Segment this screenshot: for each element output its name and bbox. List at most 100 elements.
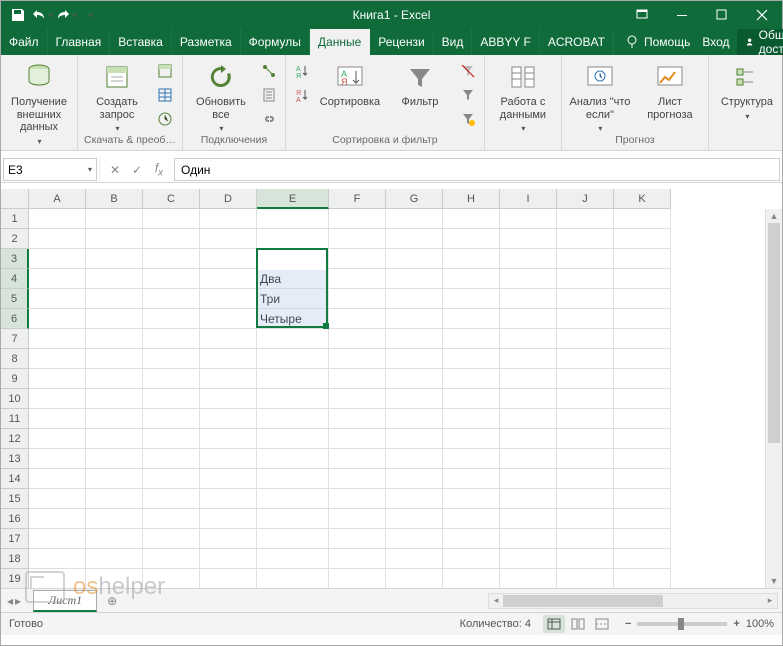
cell-C7[interactable] xyxy=(143,329,200,349)
cell-J2[interactable] xyxy=(557,229,614,249)
cell-H1[interactable] xyxy=(443,209,500,229)
cell-E2[interactable] xyxy=(257,229,329,249)
cell-I17[interactable] xyxy=(500,529,557,549)
cell-I19[interactable] xyxy=(500,569,557,589)
cell-K11[interactable] xyxy=(614,409,671,429)
cell-F6[interactable] xyxy=(329,309,386,329)
cell-G9[interactable] xyxy=(386,369,443,389)
cell-H19[interactable] xyxy=(443,569,500,589)
row-header-12[interactable]: 12 xyxy=(1,429,29,449)
vertical-scrollbar[interactable]: ▲ ▼ xyxy=(765,209,782,588)
cell-E13[interactable] xyxy=(257,449,329,469)
cell-I10[interactable] xyxy=(500,389,557,409)
cell-D3[interactable] xyxy=(200,249,257,269)
reapply-button[interactable] xyxy=(458,85,478,105)
cell-A11[interactable] xyxy=(29,409,86,429)
cell-B9[interactable] xyxy=(86,369,143,389)
cell-I8[interactable] xyxy=(500,349,557,369)
cell-E18[interactable] xyxy=(257,549,329,569)
cell-A18[interactable] xyxy=(29,549,86,569)
cell-I11[interactable] xyxy=(500,409,557,429)
cell-H9[interactable] xyxy=(443,369,500,389)
cell-C13[interactable] xyxy=(143,449,200,469)
cell-A3[interactable] xyxy=(29,249,86,269)
cell-J18[interactable] xyxy=(557,549,614,569)
cell-E6[interactable]: Четыре xyxy=(257,309,329,329)
new-query-button[interactable]: Создать запрос▾ xyxy=(85,59,149,133)
cell-C16[interactable] xyxy=(143,509,200,529)
cell-B11[interactable] xyxy=(86,409,143,429)
outline-button[interactable]: Структура▾ xyxy=(715,59,779,121)
share-button[interactable]: Общий доступ xyxy=(737,29,783,55)
recent-sources-button[interactable] xyxy=(155,109,175,129)
cell-K10[interactable] xyxy=(614,389,671,409)
cell-A9[interactable] xyxy=(29,369,86,389)
row-header-1[interactable]: 1 xyxy=(1,209,29,229)
row-header-9[interactable]: 9 xyxy=(1,369,29,389)
sort-button[interactable]: АЯ Сортировка xyxy=(318,59,382,109)
cell-J7[interactable] xyxy=(557,329,614,349)
cell-I18[interactable] xyxy=(500,549,557,569)
row-header-18[interactable]: 18 xyxy=(1,549,29,569)
cell-E4[interactable]: Два xyxy=(257,269,329,289)
cell-E15[interactable] xyxy=(257,489,329,509)
hscroll-thumb[interactable] xyxy=(503,595,663,607)
new-sheet-button[interactable]: ⊕ xyxy=(101,590,123,612)
scroll-down-button[interactable]: ▼ xyxy=(766,574,782,588)
cell-E1[interactable] xyxy=(257,209,329,229)
row-header-8[interactable]: 8 xyxy=(1,349,29,369)
cell-G2[interactable] xyxy=(386,229,443,249)
cell-D10[interactable] xyxy=(200,389,257,409)
cell-C10[interactable] xyxy=(143,389,200,409)
view-normal-button[interactable] xyxy=(543,615,565,633)
cell-K18[interactable] xyxy=(614,549,671,569)
close-button[interactable] xyxy=(742,1,782,29)
connections-button[interactable] xyxy=(259,61,279,81)
cell-C15[interactable] xyxy=(143,489,200,509)
cell-J19[interactable] xyxy=(557,569,614,589)
cell-C6[interactable] xyxy=(143,309,200,329)
filter-button[interactable]: Фильтр xyxy=(388,59,452,109)
cell-G7[interactable] xyxy=(386,329,443,349)
cell-D1[interactable] xyxy=(200,209,257,229)
cell-D5[interactable] xyxy=(200,289,257,309)
cell-A15[interactable] xyxy=(29,489,86,509)
cell-G6[interactable] xyxy=(386,309,443,329)
row-header-4[interactable]: 4 xyxy=(1,269,29,289)
scroll-up-button[interactable]: ▲ xyxy=(766,209,782,223)
cell-A7[interactable] xyxy=(29,329,86,349)
cell-K3[interactable] xyxy=(614,249,671,269)
cell-A8[interactable] xyxy=(29,349,86,369)
minimize-button[interactable] xyxy=(662,1,702,29)
row-header-16[interactable]: 16 xyxy=(1,509,29,529)
cell-F16[interactable] xyxy=(329,509,386,529)
cell-B2[interactable] xyxy=(86,229,143,249)
cell-B8[interactable] xyxy=(86,349,143,369)
cell-H5[interactable] xyxy=(443,289,500,309)
cell-D19[interactable] xyxy=(200,569,257,589)
row-header-11[interactable]: 11 xyxy=(1,409,29,429)
zoom-out-button[interactable]: − xyxy=(625,618,631,630)
cell-A14[interactable] xyxy=(29,469,86,489)
col-header-F[interactable]: F xyxy=(329,189,386,209)
zoom-slider[interactable] xyxy=(637,622,727,626)
undo-button[interactable]: ▾ xyxy=(31,4,53,26)
cell-D14[interactable] xyxy=(200,469,257,489)
cell-G16[interactable] xyxy=(386,509,443,529)
cell-F2[interactable] xyxy=(329,229,386,249)
scroll-left-button[interactable]: ◂ xyxy=(489,594,503,608)
select-all-corner[interactable] xyxy=(1,189,29,209)
forecast-sheet-button[interactable]: Лист прогноза xyxy=(638,59,702,121)
cell-K7[interactable] xyxy=(614,329,671,349)
row-header-17[interactable]: 17 xyxy=(1,529,29,549)
cell-C4[interactable] xyxy=(143,269,200,289)
data-tools-button[interactable]: Работа с данными▾ xyxy=(491,59,555,133)
cell-I1[interactable] xyxy=(500,209,557,229)
cell-H18[interactable] xyxy=(443,549,500,569)
row-header-15[interactable]: 15 xyxy=(1,489,29,509)
edit-links-button[interactable] xyxy=(259,109,279,129)
cell-D2[interactable] xyxy=(200,229,257,249)
row-header-14[interactable]: 14 xyxy=(1,469,29,489)
cell-B14[interactable] xyxy=(86,469,143,489)
cell-I14[interactable] xyxy=(500,469,557,489)
